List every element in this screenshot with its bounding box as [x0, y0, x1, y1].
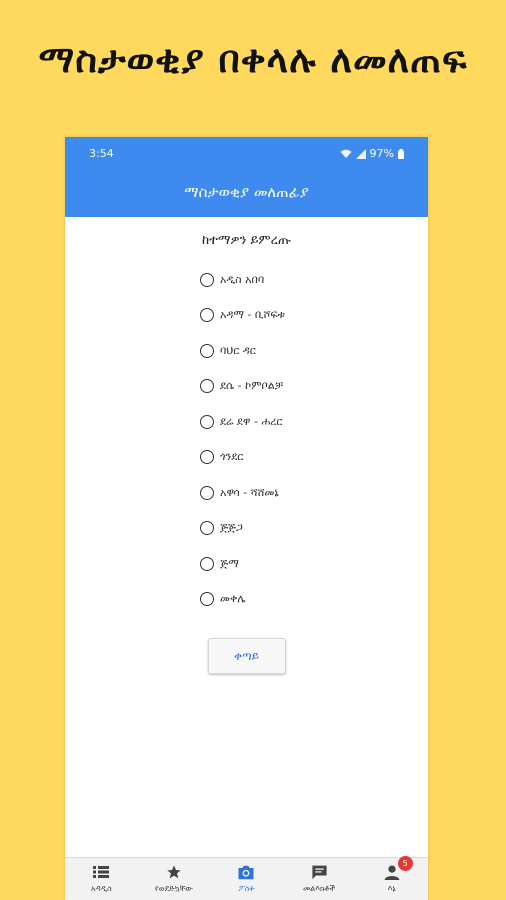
city-option[interactable]: ጅማ — [200, 546, 428, 582]
status-bar: 3:54 97% — [65, 137, 428, 170]
radio-button[interactable] — [200, 414, 214, 429]
wifi-icon — [340, 149, 352, 158]
nav-label: ፖስት — [238, 884, 255, 893]
city-option-label: ጅጅጋ — [220, 521, 243, 535]
nav-item-new[interactable]: አዳዲስ — [66, 864, 136, 894]
city-option-label: አዋሳ - ሻሸመኔ — [220, 485, 279, 499]
city-prompt: ከተማዎን ይምረጡ — [201, 233, 292, 248]
nav-item-favorites[interactable]: የወደድኳቸው — [139, 864, 209, 894]
city-option-label: ደሬ ደዋ - ሐረር — [220, 414, 283, 428]
nav-item-post[interactable]: ፖስት — [211, 864, 281, 894]
city-option-label: ባህር ዳር — [220, 343, 256, 357]
message-icon — [311, 864, 328, 880]
city-option[interactable]: ባህር ዳር — [200, 333, 428, 369]
city-option[interactable]: ደሴ - ኮምቦልቻ — [200, 369, 428, 405]
status-icons: 97% — [340, 147, 404, 160]
radio-button[interactable] — [200, 450, 214, 465]
nav-label: የወደድኳቸው — [154, 884, 193, 893]
radio-button[interactable] — [200, 343, 214, 358]
battery-icon — [398, 148, 404, 159]
radio-button[interactable] — [200, 485, 214, 500]
city-option[interactable]: አዲስ አበባ — [200, 262, 428, 298]
city-option[interactable]: አዳማ - ቢሾፍቱ — [200, 298, 428, 334]
phone-screen: 3:54 97% ማስታወቂያ መለጠፊያ ከተማዎን ይምረጡ አዲስ አበባ — [65, 137, 428, 900]
city-option-label: ደሴ - ኮምቦልቻ — [220, 379, 284, 393]
signal-icon — [355, 148, 366, 159]
city-option[interactable]: ደሬ ደዋ - ሐረር — [200, 404, 428, 440]
camera-icon — [237, 864, 255, 880]
city-options: አዲስ አበባ አዳማ - ቢሾፍቱ ባህር ዳር ደሴ - ኮምቦልቻ ደሬ … — [65, 262, 428, 617]
city-option-label: አዳማ - ቢሾፍቱ — [220, 308, 286, 322]
nav-item-messages[interactable]: መልእክቶች — [284, 864, 354, 894]
city-option-label: አዲስ አበባ — [220, 272, 265, 286]
app-bar-title: ማስታወቂያ መለጠፊያ — [184, 182, 309, 201]
city-option[interactable]: ጎንደር — [200, 440, 428, 476]
city-option[interactable]: ጅጅጋ — [200, 511, 428, 547]
nav-label: መልእክቶች — [302, 884, 336, 893]
radio-button[interactable] — [200, 379, 214, 394]
city-option[interactable]: አዋሳ - ሻሸመኔ — [200, 475, 428, 511]
battery-text: 97% — [369, 147, 394, 160]
next-button-container: ቀጣይ — [65, 638, 428, 674]
status-time: 3:54 — [89, 147, 114, 160]
radio-button[interactable] — [200, 556, 214, 571]
star-icon — [166, 864, 182, 880]
radio-button[interactable] — [200, 272, 214, 287]
bottom-nav: አዳዲስ የወደድኳቸው ፖስት መልእክቶች 5 እኔ — [65, 856, 428, 900]
city-option-label: ጎንደር — [220, 450, 244, 464]
radio-button[interactable] — [200, 521, 214, 536]
notification-badge: 5 — [397, 856, 413, 871]
radio-button[interactable] — [200, 308, 214, 323]
promo-title: ማስታወቂያ በቀላሉ ለመለጠፍ — [38, 38, 468, 81]
city-option[interactable]: መቀሌ — [200, 582, 428, 618]
nav-label: እኔ — [387, 884, 396, 893]
city-selection: ከተማዎን ይምረጡ አዲስ አበባ አዳማ - ቢሾፍቱ ባህር ዳር ደሴ … — [65, 217, 428, 674]
app-bar: ማስታወቂያ መለጠፊያ — [65, 170, 428, 217]
nav-item-account[interactable]: 5 እኔ — [357, 856, 427, 894]
city-option-label: ጅማ — [220, 556, 239, 570]
next-button[interactable]: ቀጣይ — [207, 638, 286, 674]
nav-label: አዳዲስ — [90, 884, 112, 893]
city-option-label: መቀሌ — [220, 592, 246, 606]
radio-button[interactable] — [200, 592, 214, 607]
list-icon — [93, 864, 110, 880]
